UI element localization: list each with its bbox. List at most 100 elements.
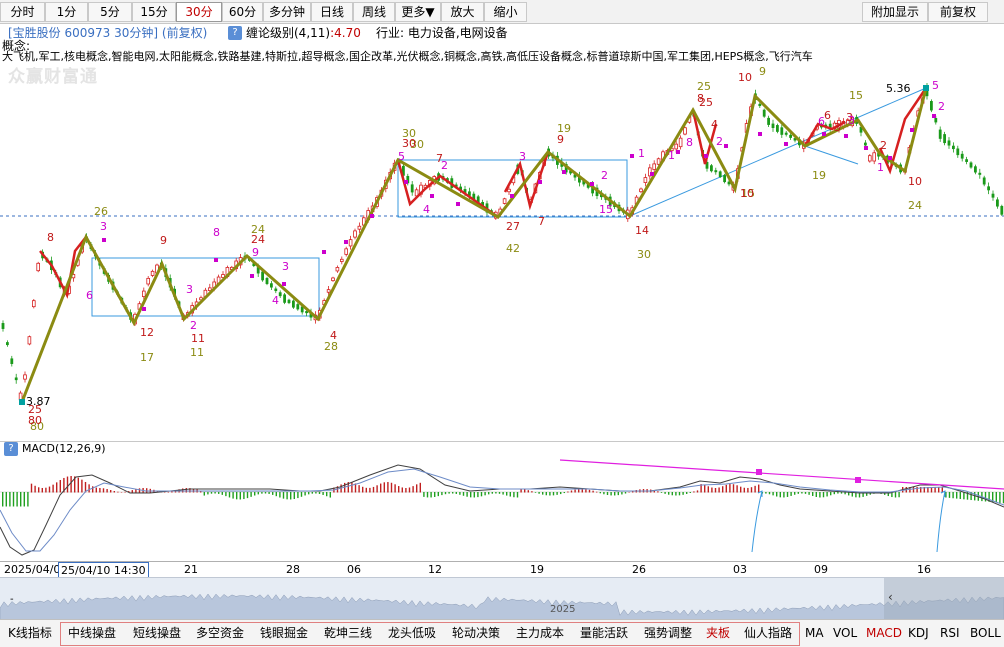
tab-macd[interactable]: MACD [866,625,902,641]
candlestick [278,290,282,299]
tab-money-eye[interactable]: 钱眼掘金 [260,625,308,641]
macd-label: MACD(12,26,9) [22,442,106,455]
macd-bar [106,489,108,493]
navigator-left-arrow-icon[interactable]: ‹ [888,590,893,604]
candlestick [987,182,990,195]
macd-dif-line [0,464,1004,556]
macd-bar [693,491,695,493]
fractal-label: 6 [818,115,825,128]
macd-bar [588,489,591,493]
macd-bar [689,492,691,493]
bi-count-label: 6 [824,109,831,122]
tab-vol[interactable]: VOL [833,625,857,641]
segment-count-label: 15 [849,89,863,102]
tab-ma[interactable]: MA [805,625,824,641]
candle-body [930,101,933,111]
candle-body [141,290,146,297]
axis-tick: 03 [733,563,747,576]
candle-body [335,267,340,272]
candlestick [762,108,766,118]
macd-bar [509,492,511,497]
period-tab-30min[interactable]: 30分 [176,2,222,22]
more-periods-dropdown[interactable]: 更多▼ [395,2,441,22]
navigator-window[interactable] [884,578,1004,620]
red-bi-strokes [39,87,928,299]
tab-dragon-low[interactable]: 龙头低吸 [388,625,436,641]
macd-bar [477,492,479,498]
macd-bar [815,492,817,497]
segment-count-label: 11 [190,346,204,359]
macd-bar [963,492,965,500]
period-tab-60min[interactable]: 60分 [222,2,263,22]
candlestick [287,298,291,305]
tab-rsi[interactable]: RSI [940,625,960,641]
navigator-handle[interactable]: - [10,594,14,605]
macd-bar [214,492,216,494]
trend-line-2 [804,145,859,165]
candlestick [27,335,32,346]
zoom-out-button[interactable]: 缩小 [484,2,527,22]
tab-midline[interactable]: 中线操盘 [68,625,116,641]
period-tab-fenshi[interactable]: 分时 [0,2,45,22]
macd-bar [225,492,227,497]
macd-bar [236,492,238,500]
candlestick [274,286,278,294]
tab-strong-adjust[interactable]: 强势调整 [644,625,692,641]
candle-body [683,127,687,135]
period-tab-weekly[interactable]: 周线 [353,2,395,22]
period-tab-multi-min[interactable]: 多分钟 [263,2,311,22]
period-tab-daily[interactable]: 日线 [311,2,353,22]
kline-chart[interactable]: 3.87 5.36 8017 11242830421925301591519242… [0,64,1004,440]
tab-volume-active[interactable]: 量能活跃 [580,625,628,641]
tab-longshort-fund[interactable]: 多空资金 [196,625,244,641]
candle-body [956,148,960,156]
help-icon[interactable]: ? [228,26,242,40]
tab-main-cost[interactable]: 主力成本 [516,625,564,641]
candle-body [36,262,40,272]
tab-boll[interactable]: BOLL [970,625,1001,641]
macd-bar [707,486,709,493]
fractal-marker [282,282,286,286]
macd-bar [912,487,915,493]
candle-body [146,277,151,285]
fractal-marker [888,156,892,160]
candlestick [335,265,340,273]
tab-rotation[interactable]: 轮动决策 [452,625,500,641]
period-tab-1min[interactable]: 1分 [45,2,88,22]
fractal-marker [650,172,654,176]
forward-adjust-button[interactable]: 前复权 [928,2,988,22]
range-navigator[interactable]: - ‹ 2025 [0,577,1004,620]
candlestick [6,340,9,347]
zoom-in-button[interactable]: 放大 [441,2,484,22]
tab-immortal[interactable]: 仙人指路 [744,625,792,641]
macd-bar [894,492,897,498]
tab-shortline[interactable]: 短线操盘 [133,625,181,641]
macd-bar [804,492,807,494]
tab-clamp[interactable]: 夹板 [706,625,730,641]
chart-app: 分时 1分 5分 15分 30分 60分 多分钟 日线 周线 更多▼ 放大 缩小… [0,0,1004,647]
chan-level: 缠论级别(4,11):4.70 [246,25,361,41]
tab-qiankun[interactable]: 乾坤三线 [324,625,372,641]
fractal-marker [538,180,542,184]
tab-kdj[interactable]: KDJ [908,625,929,641]
macd-bar [740,486,742,493]
macd-bar [16,492,18,507]
macd-bar [5,492,7,507]
macd-bar [833,492,835,495]
macd-bar [117,491,119,493]
candlestick [331,276,335,282]
axis-tick-first: 2025/04/0 [4,563,61,576]
macd-help-icon[interactable]: ? [4,442,18,456]
axis-tick: 26 [632,563,646,576]
macd-bar [830,492,832,496]
candle-body [270,283,273,288]
tab-kline-indicator[interactable]: K线指标 [8,625,52,641]
period-tab-5min[interactable]: 5分 [88,2,132,22]
period-tab-15min[interactable]: 15分 [132,2,176,22]
macd-bar [297,492,299,499]
macd-bar [110,490,112,493]
candle-body [868,155,872,162]
macd-chart[interactable] [0,455,1004,561]
candlestick [960,150,964,162]
extra-display-button[interactable]: 附加显示 [862,2,928,22]
